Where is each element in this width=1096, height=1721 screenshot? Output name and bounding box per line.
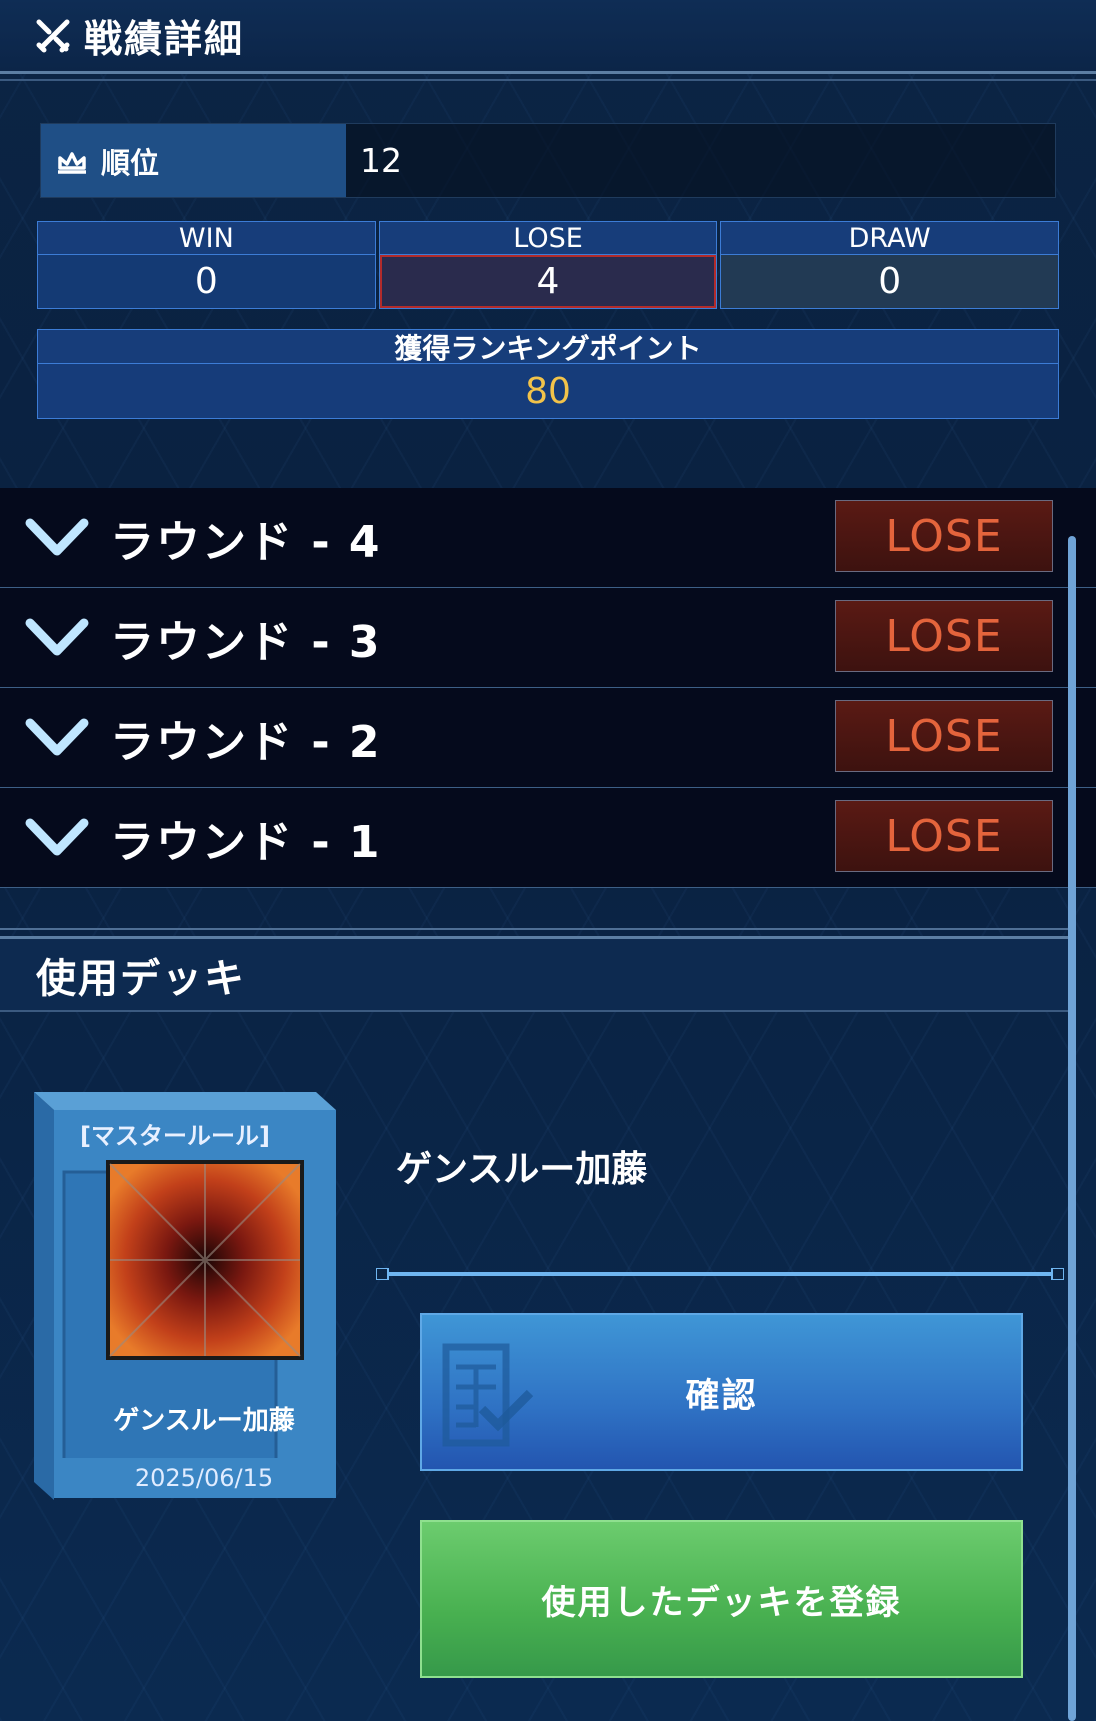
confirm-button[interactable]: 確認	[420, 1313, 1023, 1471]
round-row-2[interactable]: ラウンド - 2 LOSE	[0, 688, 1096, 788]
rank-row: 順位 12	[40, 123, 1056, 198]
lose-cell: LOSE 4	[378, 221, 718, 309]
deck-rule-tag: [マスタールール]	[80, 1122, 270, 1150]
deck-section-header: 使用デッキ	[0, 936, 1068, 1012]
round-row-1[interactable]: ラウンド - 1 LOSE	[0, 788, 1096, 888]
round-list: ラウンド - 4 LOSE ラウンド - 3 LOSE ラウンド - 2 LOS…	[0, 488, 1096, 888]
win-value: 0	[38, 255, 375, 308]
scrollbar[interactable]	[1068, 536, 1076, 1721]
rank-label: 順位	[101, 145, 160, 180]
lose-label: LOSE	[379, 222, 717, 255]
draw-cell: DRAW 0	[720, 221, 1060, 309]
page-title: 戦績詳細	[84, 17, 245, 61]
confirm-button-label: 確認	[685, 1375, 758, 1416]
win-cell: WIN 0	[37, 221, 376, 309]
ranking-points-box: 獲得ランキングポイント 80	[37, 329, 1059, 419]
round-result-badge: LOSE	[835, 600, 1053, 672]
deck-divider	[376, 1268, 1064, 1280]
draw-value: 0	[721, 255, 1059, 308]
crossed-swords-icon	[36, 19, 70, 52]
round-result-badge: LOSE	[835, 500, 1053, 572]
register-deck-button[interactable]: 使用したデッキを登録	[420, 1520, 1023, 1678]
lose-value: 4	[379, 255, 717, 308]
checklist-icon	[442, 1343, 534, 1447]
deck-name: ゲンスルー加藤	[396, 1149, 648, 1190]
stats-table: WIN 0 LOSE 4 DRAW 0	[37, 221, 1060, 309]
ranking-points-value: 80	[525, 370, 571, 412]
crown-icon	[58, 151, 86, 174]
round-result-badge: LOSE	[835, 800, 1053, 872]
ranking-points-label: 獲得ランキングポイント	[38, 330, 1058, 365]
round-label: ラウンド - 3	[110, 616, 382, 668]
rank-value: 12	[360, 141, 402, 180]
win-label: WIN	[38, 222, 375, 255]
rank-label-cell: 順位	[41, 124, 346, 197]
round-label: ラウンド - 2	[110, 716, 382, 768]
chevron-down-icon	[25, 818, 89, 855]
round-label: ラウンド - 1	[110, 816, 382, 868]
register-deck-button-label: 使用したデッキを登録	[541, 1582, 902, 1623]
round-label: ラウンド - 4	[110, 516, 382, 568]
page-header: 戦績詳細	[0, 0, 1096, 74]
divider	[0, 928, 1068, 930]
draw-label: DRAW	[721, 222, 1059, 255]
chevron-down-icon	[25, 618, 89, 655]
deck-date: 2025/06/15	[134, 1464, 274, 1492]
chevron-down-icon	[25, 718, 89, 755]
deck-box-name: ゲンスルー加藤	[113, 1406, 295, 1436]
round-row-3[interactable]: ラウンド - 3 LOSE	[0, 588, 1096, 688]
deck-box-image	[34, 1092, 336, 1500]
round-row-4[interactable]: ラウンド - 4 LOSE	[0, 488, 1096, 588]
chevron-down-icon	[25, 518, 89, 555]
divider	[0, 79, 1096, 81]
round-result-badge: LOSE	[835, 700, 1053, 772]
